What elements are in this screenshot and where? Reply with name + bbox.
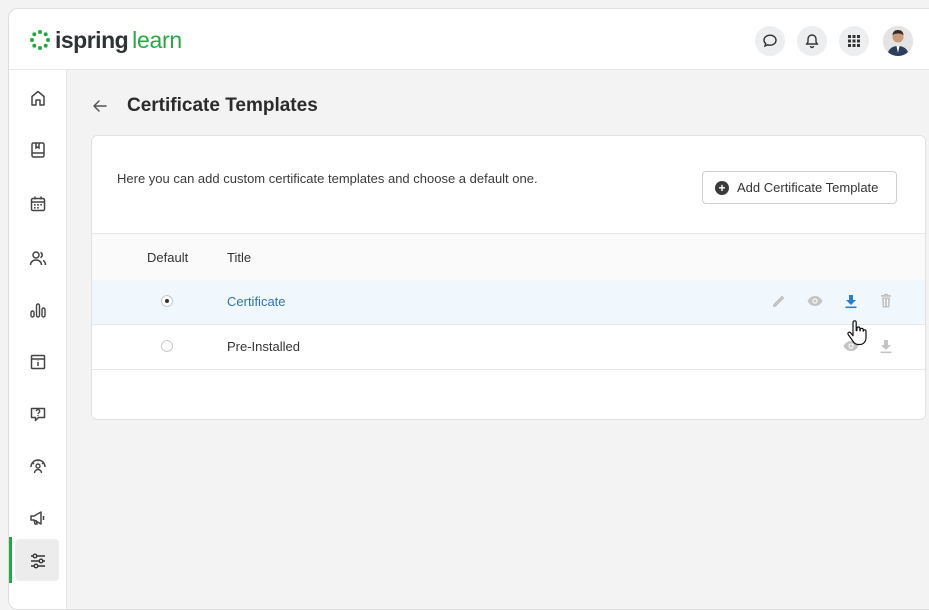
column-default: Default [147, 250, 189, 265]
sidebar-item-reports[interactable] [9, 288, 66, 332]
apps-grid-icon [848, 35, 860, 47]
sidebar-item-users[interactable] [9, 236, 66, 280]
plus-circle-icon: + [715, 180, 729, 195]
sidebar-item-calendar[interactable] [9, 182, 66, 226]
sidebar-item-info[interactable] [9, 340, 66, 384]
top-bar: ispring learn [9, 9, 929, 70]
add-button-label: Add Certificate Template [737, 180, 879, 195]
app-window: ispring learn Certificate Templates Here… [8, 8, 929, 610]
add-certificate-template-button[interactable]: + Add Certificate Template [702, 171, 897, 204]
table-row[interactable]: Certificate [92, 280, 925, 325]
user-avatar[interactable] [883, 26, 913, 56]
back-arrow-icon[interactable] [91, 97, 109, 115]
default-radio[interactable] [161, 340, 173, 352]
sidebar-item-help[interactable] [9, 392, 66, 436]
chat-button[interactable] [755, 26, 785, 56]
sidebar-item-content[interactable] [9, 128, 66, 172]
megaphone-icon [29, 511, 44, 525]
trash-icon[interactable] [877, 292, 895, 310]
table-header: Default Title [92, 233, 925, 281]
templates-card: Here you can add custom certificate temp… [91, 135, 926, 420]
sidebar-item-performance[interactable] [9, 444, 66, 488]
download-icon[interactable] [842, 292, 860, 310]
chat-icon [763, 34, 777, 48]
column-title: Title [227, 250, 252, 265]
notifications-button[interactable] [797, 26, 827, 56]
table-row[interactable]: Pre-Installed [92, 325, 925, 370]
logo-text-bold: ispring [55, 26, 129, 53]
calendar-icon [30, 196, 45, 212]
book-icon [30, 142, 45, 158]
hand-cursor-icon [847, 320, 867, 346]
ispring-logo[interactable]: ispring learn [29, 25, 182, 55]
gauge-user-icon [29, 459, 46, 474]
ispring-logo-icon [30, 30, 50, 50]
home-icon [30, 90, 45, 106]
eye-icon[interactable] [806, 292, 824, 310]
info-card-icon [30, 354, 45, 370]
page-title: Certificate Templates [127, 95, 318, 116]
bell-icon [805, 34, 819, 49]
sidebar [9, 70, 67, 609]
download-icon[interactable] [877, 337, 895, 355]
apps-button[interactable] [839, 26, 869, 56]
users-icon [29, 251, 46, 266]
avatar-image [883, 26, 913, 56]
settings-sliders-icon [30, 553, 45, 569]
sidebar-item-settings[interactable] [9, 537, 66, 583]
top-actions [755, 26, 913, 56]
template-title-link[interactable]: Certificate [227, 294, 286, 309]
sidebar-item-home[interactable] [9, 76, 66, 120]
active-indicator [9, 537, 12, 583]
page-header: Certificate Templates [91, 95, 318, 117]
edit-icon[interactable] [770, 292, 788, 310]
default-radio[interactable] [161, 295, 173, 307]
sidebar-item-announcements[interactable] [9, 496, 66, 540]
logo-text-light: learn [132, 26, 182, 53]
template-title[interactable]: Pre-Installed [227, 339, 300, 354]
reports-icon [29, 303, 46, 318]
page-description: Here you can add custom certificate temp… [117, 171, 538, 186]
question-icon [30, 407, 45, 422]
